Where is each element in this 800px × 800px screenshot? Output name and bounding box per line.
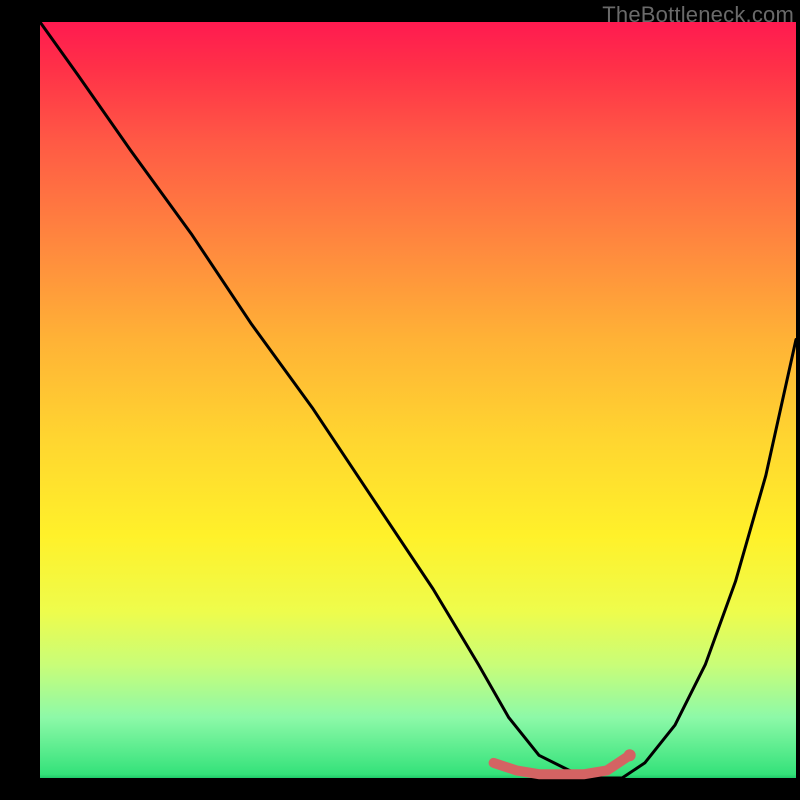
bottleneck-curve (40, 22, 796, 778)
gradient-plot-area (40, 22, 796, 778)
optimal-plateau (494, 755, 630, 774)
plateau-end-dot (624, 749, 636, 761)
watermark-text: TheBottleneck.com (602, 2, 794, 28)
curve-layer (40, 22, 796, 778)
